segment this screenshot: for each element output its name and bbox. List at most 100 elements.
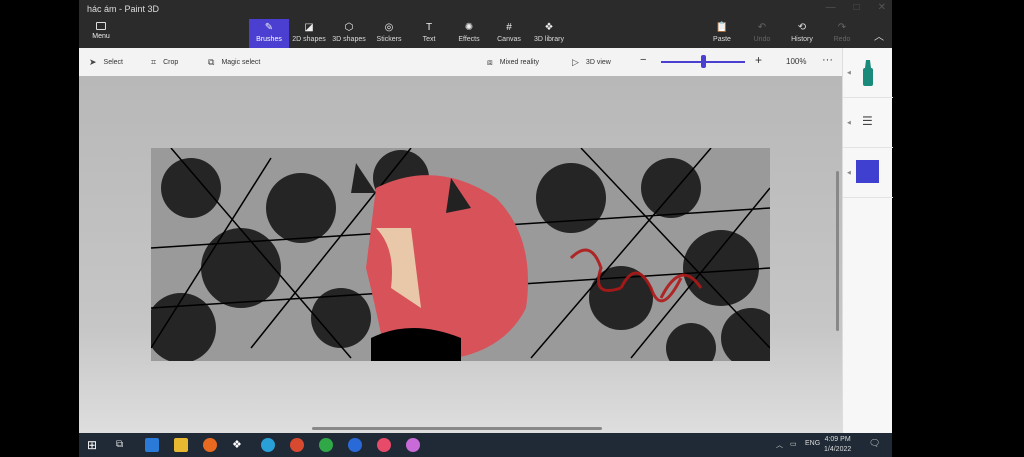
windows-taskbar: ⊞ ⧉ ❖ ︿ ▭ ENG 4:09 PM 1/4/2022 🗨 [79,433,892,457]
menu-button[interactable]: Menu [89,22,113,40]
paste-button[interactable]: 📋 Paste [702,19,742,48]
main-tools: ✎ Brushes ◪ 2D shapes ⬡ 3D shapes ◎ Stic… [249,19,569,48]
mail-icon[interactable] [145,438,159,452]
maximize-icon[interactable]: □ [854,2,860,13]
3d-shapes-icon: ⬡ [344,22,354,33]
mixed-reality-icon: ⧈ [487,57,493,67]
3d-view-label: 3D view [585,59,611,66]
tool-stickers[interactable]: ◎ Stickers [369,19,409,48]
tool-2d-shapes[interactable]: ◪ 2D shapes [289,19,329,48]
zoom-out-button[interactable]: − [640,54,646,66]
3d-view-icon: ▷ [572,57,579,67]
horizontal-scrollbar[interactable] [312,427,602,430]
app-taskbar-icon[interactable] [406,438,420,452]
minimize-icon[interactable]: — [826,2,836,13]
tool-3d-library[interactable]: ❖ 3D library [529,19,569,48]
language-indicator[interactable]: ENG [805,440,820,447]
secondary-toolbar: ➤ Select ⌗ Crop ⧉ Magic select ⧈ Mixed r… [79,48,842,76]
tool-text[interactable]: T Text [409,19,449,48]
tool-brushes[interactable]: ✎ Brushes [249,19,289,48]
collapse-chevron-icon[interactable]: ︿ [874,28,884,43]
tool-label: 3D library [534,36,564,43]
expand-arrow-icon: ◀ [847,120,851,126]
tool-label: Stickers [376,36,402,43]
chrome-profile-icon[interactable] [319,438,333,452]
magic-select-button[interactable]: ⧉ Magic select [208,57,260,68]
minus-icon: − [640,54,647,66]
tray-chevron-icon[interactable]: ︿ [776,440,783,450]
color-swatch[interactable] [856,160,879,183]
paint3d-taskbar-icon[interactable] [377,438,391,452]
zoom-slider-thumb[interactable] [701,55,706,68]
tool-effects[interactable]: ✺ Effects [449,19,489,48]
brush-preview-item[interactable]: ◀ [843,48,893,98]
edge-icon[interactable] [261,438,275,452]
tool-label: Canvas [497,36,521,43]
vertical-scrollbar[interactable] [836,171,839,331]
stickers-icon: ◎ [384,22,394,33]
plus-icon: + [755,53,763,67]
expand-arrow-icon: ◀ [847,170,851,176]
color-picker-item[interactable]: ◀ [843,148,893,198]
file-explorer-icon[interactable] [174,438,188,452]
zoom-level: 100% [786,57,807,66]
edit-tools: 📋 Paste ↶ Undo ⟲ History ↷ Redo [702,19,862,48]
paste-label: Paste [713,36,731,43]
history-button[interactable]: ⟲ History [782,19,822,48]
marker-icon [863,60,873,86]
redo-button[interactable]: ↷ Redo [822,19,862,48]
zalo-icon[interactable] [348,438,362,452]
select-button[interactable]: ➤ Select [89,57,123,68]
battery-icon[interactable]: ▭ [790,440,797,448]
effects-icon: ✺ [464,22,474,33]
tool-label: Brushes [256,36,282,43]
mixed-reality-label: Mixed reality [499,59,540,66]
undo-icon: ↶ [757,22,767,33]
paint3d-window: hác ám - Paint 3D — □ ✕ Menu ✎ Brushes ◪… [79,0,893,433]
cursor-icon: ➤ [89,57,97,67]
redo-label: Redo [833,36,851,43]
tool-canvas[interactable]: # Canvas [489,19,529,48]
mixed-reality-button[interactable]: ⧈ Mixed reality [487,57,539,68]
notifications-icon[interactable]: 🗨 [869,438,880,449]
clock-time: 4:09 PM [824,436,851,443]
select-label: Select [103,59,124,66]
tool-3d-shapes[interactable]: ⬡ 3D shapes [329,19,369,48]
artwork-image[interactable] [151,148,770,361]
redo-icon: ↷ [837,22,847,33]
crop-button[interactable]: ⌗ Crop [151,57,178,68]
tool-label: Effects [458,36,480,43]
3d-view-button[interactable]: ▷ 3D view [572,57,611,68]
3d-library-icon: ❖ [544,22,554,33]
canvas-area[interactable] [79,76,842,433]
brush-settings-item[interactable]: ◀ ☰ [843,98,893,148]
paste-icon: 📋 [715,22,729,33]
undo-label: Undo [753,36,771,43]
firefox-icon[interactable] [203,438,217,452]
sliders-icon: ☰ [862,114,873,128]
magic-select-icon: ⧉ [208,57,215,67]
tool-label: 3D shapes [332,36,366,43]
clock[interactable]: 4:09 PM 1/4/2022 [824,435,851,455]
side-panel: ◀ ◀ ☰ ◀ [842,48,893,433]
2d-shapes-icon: ◪ [304,22,314,33]
brush-icon: ✎ [264,22,274,33]
history-label: History [791,36,813,43]
zoom-in-button[interactable]: + [755,53,762,67]
menu-icon [96,22,106,30]
tool-label: 2D shapes [292,36,326,43]
more-options-icon[interactable]: ··· [822,54,833,66]
close-icon[interactable]: ✕ [878,2,886,13]
crop-icon: ⌗ [151,57,157,67]
menu-label: Menu [92,33,110,40]
dropbox-icon[interactable]: ❖ [232,438,246,452]
window-controls: — □ ✕ [826,2,886,13]
windows-start-icon[interactable]: ⊞ [87,438,101,452]
chrome-icon[interactable] [290,438,304,452]
magic-select-label: Magic select [221,59,261,66]
task-view-icon[interactable]: ⧉ [116,438,130,452]
undo-button[interactable]: ↶ Undo [742,19,782,48]
artwork-drawing [151,148,770,361]
crop-label: Crop [163,59,179,66]
title-bar: hác ám - Paint 3D — □ ✕ Menu ✎ Brushes ◪… [79,0,892,48]
